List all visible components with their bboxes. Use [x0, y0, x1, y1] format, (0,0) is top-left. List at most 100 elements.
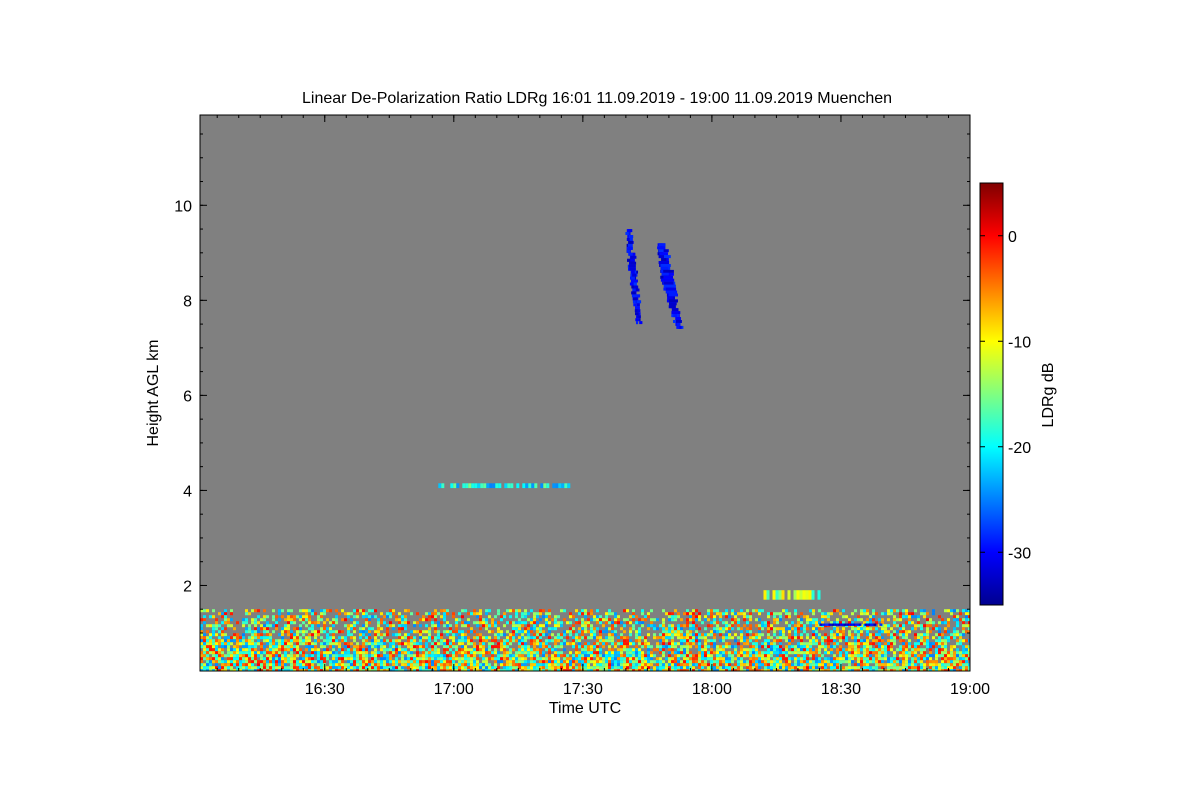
heatmap-cell [572, 624, 575, 628]
heatmap-cell [212, 657, 215, 661]
heatmap-cell [233, 633, 236, 637]
heatmap-cell [546, 483, 550, 489]
heatmap-cell [767, 630, 770, 634]
heatmap-cell [731, 654, 734, 658]
heatmap-cell [902, 609, 905, 613]
heatmap-cell [434, 666, 437, 670]
heatmap-cell [209, 660, 212, 664]
heatmap-cell [719, 645, 722, 649]
heatmap-cell [602, 624, 605, 628]
heatmap-cell [944, 657, 947, 661]
heatmap-cell [392, 660, 395, 664]
heatmap-cell [560, 663, 563, 667]
heatmap-cell [920, 612, 923, 616]
heatmap-cell [587, 654, 590, 658]
heatmap-cell [590, 630, 593, 634]
heatmap-cell [440, 639, 443, 643]
heatmap-cell [800, 660, 803, 664]
heatmap-cell [707, 633, 710, 637]
heatmap-cell [524, 666, 527, 670]
heatmap-cell [626, 648, 629, 652]
heatmap-cell [512, 630, 515, 634]
heatmap-cell [335, 663, 338, 667]
heatmap-cell [632, 648, 635, 652]
heatmap-cell [362, 654, 365, 658]
heatmap-cell [625, 232, 629, 235]
heatmap-cell [956, 660, 959, 664]
heatmap-cell [344, 657, 347, 661]
heatmap-cell [938, 666, 941, 670]
heatmap-cell [893, 609, 896, 613]
heatmap-cell [902, 615, 905, 619]
heatmap-cell [950, 663, 953, 667]
heatmap-cell [416, 645, 419, 649]
heatmap-cell [356, 660, 359, 664]
heatmap-cell [749, 654, 752, 658]
heatmap-cell [830, 663, 833, 667]
heatmap-cell [476, 660, 479, 664]
heatmap-cell [497, 666, 500, 670]
heatmap-cell [557, 660, 560, 664]
heatmap-cell [470, 648, 473, 652]
heatmap-cell [725, 642, 728, 646]
heatmap-cell [665, 630, 668, 634]
heatmap-cell [650, 609, 653, 613]
heatmap-cell [482, 645, 485, 649]
heatmap-cell [929, 618, 932, 622]
heatmap-cell [326, 657, 329, 661]
heatmap-cell [356, 666, 359, 670]
heatmap-cell [737, 663, 740, 667]
heatmap-cell [830, 651, 833, 655]
heatmap-cell [950, 609, 953, 613]
heatmap-cell [659, 651, 662, 655]
heatmap-cell [275, 666, 278, 670]
heatmap-cell [857, 633, 860, 637]
heatmap-cell [890, 660, 893, 664]
heatmap-cell [797, 660, 800, 664]
heatmap-cell [698, 642, 701, 646]
heatmap-cell [668, 615, 671, 619]
heatmap-cell [512, 624, 515, 628]
heatmap-cell [842, 654, 845, 658]
heatmap-cell [275, 648, 278, 652]
heatmap-cell [758, 654, 761, 658]
heatmap-cell [248, 654, 251, 658]
heatmap-cell [614, 657, 617, 661]
heatmap-cell [578, 666, 581, 670]
heatmap-cell [548, 657, 551, 661]
heatmap-cell [257, 660, 260, 664]
heatmap-cell [587, 663, 590, 667]
heatmap-cell [636, 300, 642, 304]
heatmap-cell [434, 657, 437, 661]
heatmap-cell [752, 657, 755, 661]
heatmap-cell [536, 657, 539, 661]
heatmap-cell [341, 630, 344, 634]
heatmap-cell [578, 639, 581, 643]
heatmap-cell [701, 657, 704, 661]
heatmap-cell [302, 651, 305, 655]
heatmap-cell [824, 666, 827, 670]
heatmap-cell [347, 630, 350, 634]
chart-title: Linear De-Polarization Ratio LDRg 16:01 … [302, 90, 892, 107]
heatmap-cell [257, 663, 260, 667]
heatmap-cell [833, 654, 836, 658]
heatmap-cell [596, 621, 599, 625]
heatmap-cell [359, 627, 362, 631]
heatmap-cell [392, 639, 395, 643]
heatmap-cell [608, 645, 611, 649]
heatmap-cell [308, 609, 311, 613]
heatmap-cell [344, 663, 347, 667]
heatmap-cell [926, 636, 929, 640]
heatmap-cell [383, 660, 386, 664]
heatmap-cell [788, 630, 791, 634]
heatmap-cell [803, 624, 806, 628]
heatmap-cell [245, 630, 248, 634]
heatmap-cell [683, 666, 686, 670]
heatmap-cell [449, 660, 452, 664]
heatmap-cell [827, 651, 830, 655]
heatmap-cell [932, 609, 935, 613]
heatmap-cell [389, 651, 392, 655]
heatmap-cell [637, 309, 641, 313]
heatmap-cell [305, 642, 308, 646]
heatmap-cell [233, 627, 236, 631]
